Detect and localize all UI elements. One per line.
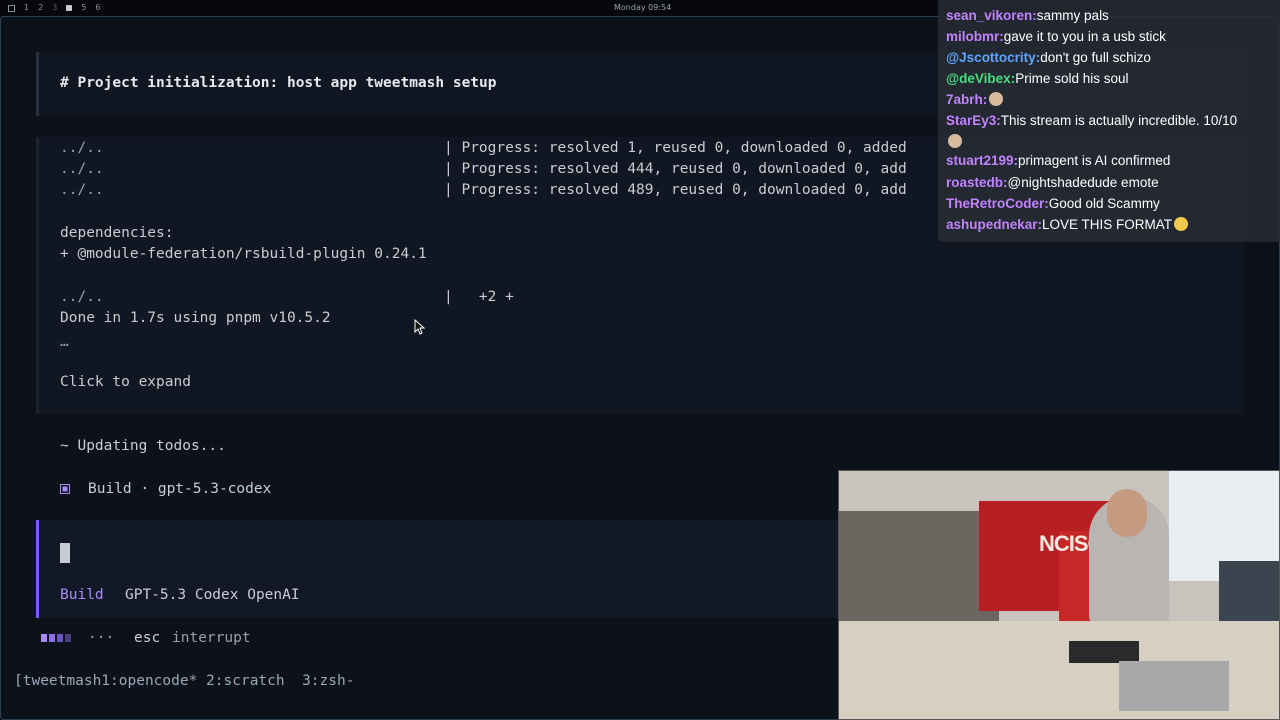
chat-user: StarEy3: xyxy=(946,113,1001,128)
chat-message: TheRetroCoder:Good old Scammy xyxy=(946,195,1160,213)
progress-path-2: ../.. xyxy=(60,161,104,177)
text-cursor xyxy=(60,543,70,563)
interrupt-label: interrupt xyxy=(172,630,251,646)
chat-text: don't go full schizo xyxy=(1040,50,1151,65)
emote-icon xyxy=(948,134,962,148)
section-heading: # Project initialization: host app tweet… xyxy=(60,75,497,91)
chat-text: Good old Scammy xyxy=(1048,196,1160,211)
workspace-3[interactable]: 3 xyxy=(52,3,57,13)
summary-line: | +2 + xyxy=(444,289,514,305)
chat-message: ashupednekar:LOVE THIS FORMAT xyxy=(946,216,1189,234)
mouse-cursor-icon xyxy=(414,319,426,335)
chat-message: roastedb:@nightshadedude emote xyxy=(946,174,1159,192)
updating-todos: ~ Updating todos... xyxy=(60,438,226,454)
chat-message: 7abrh: xyxy=(946,91,1004,109)
chat-message: sean_vikoren:sammy pals xyxy=(946,7,1109,25)
workspace-2[interactable]: 2 xyxy=(38,3,43,13)
spinner-dots: ··· xyxy=(88,630,115,646)
stream-chat: sean_vikoren:sammy pals milobmr:gave it … xyxy=(938,0,1280,242)
chat-message-emote-line xyxy=(946,133,962,151)
dependency-line: + @module-federation/rsbuild-plugin 0.24… xyxy=(60,246,427,262)
workspace-switcher[interactable]: 1 2 3 5 6 xyxy=(8,3,100,13)
workspace-icon xyxy=(8,4,15,12)
workspace-1[interactable]: 1 xyxy=(24,3,29,13)
tmux-status-bar[interactable]: [tweetmash1:opencode* 2:scratch 3:zsh- xyxy=(14,673,354,689)
chat-text: Prime sold his soul xyxy=(1015,71,1129,86)
chat-message: @deVibex:Prime sold his soul xyxy=(946,70,1128,88)
chat-user: roastedb: xyxy=(946,175,1008,190)
progress-path-1: ../.. xyxy=(60,140,104,156)
progress-line-1: | Progress: resolved 1, reused 0, downlo… xyxy=(444,140,907,156)
progress-line-3: | Progress: resolved 489, reused 0, down… xyxy=(444,182,907,198)
chat-user: milobmr: xyxy=(946,29,1004,44)
spinner xyxy=(41,634,71,642)
laughing-emoji-icon xyxy=(1174,217,1189,231)
progress-path-3: ../.. xyxy=(60,182,104,198)
chat-message: @Jscottocrity:don't go full schizo xyxy=(946,49,1151,67)
workspace-4-active[interactable] xyxy=(66,5,73,11)
chat-user: @Jscottocrity: xyxy=(946,50,1041,65)
chat-text: This stream is actually incredible. 10/1… xyxy=(1000,113,1238,128)
model-label[interactable]: GPT-5.3 Codex OpenAI xyxy=(125,587,300,603)
chat-user: 7abrh: xyxy=(946,92,988,107)
progress-line-2: | Progress: resolved 444, reused 0, down… xyxy=(444,161,907,177)
emote-icon xyxy=(989,92,1004,106)
mode-label[interactable]: Build xyxy=(60,587,104,603)
chat-user: TheRetroCoder: xyxy=(946,196,1049,211)
done-line: Done in 1.7s using pnpm v10.5.2 xyxy=(60,310,331,326)
chat-user: sean_vikoren: xyxy=(946,8,1037,23)
ellipsis: … xyxy=(60,334,69,350)
chat-user: stuart2199: xyxy=(946,153,1019,168)
summary-path: ../.. xyxy=(60,289,104,305)
dependencies-label: dependencies: xyxy=(60,225,174,241)
chat-message: StarEy3:This stream is actually incredib… xyxy=(946,112,1237,130)
expand-link[interactable]: Click to expand xyxy=(60,374,191,390)
square-icon xyxy=(60,484,70,494)
chat-user: @deVibex: xyxy=(946,71,1016,86)
chat-text: LOVE THIS FORMAT xyxy=(1042,217,1173,232)
chat-text: sammy pals xyxy=(1036,8,1109,23)
chat-text: gave it to you in a usb stick xyxy=(1003,29,1166,44)
build-status: Build · gpt-5.3-codex xyxy=(88,481,272,497)
workspace-5[interactable]: 5 xyxy=(81,3,86,13)
workspace-6[interactable]: 6 xyxy=(95,3,100,13)
interrupt-key: esc xyxy=(134,630,161,646)
chat-text: primagent is AI confirmed xyxy=(1018,153,1171,168)
webcam-feed: NCISCO xyxy=(838,470,1280,720)
chat-message: stuart2199:primagent is AI confirmed xyxy=(946,152,1170,170)
chat-user: ashupednekar: xyxy=(946,217,1043,232)
chat-message: milobmr:gave it to you in a usb stick xyxy=(946,28,1166,46)
clock: Monday 09:54 xyxy=(614,3,672,12)
chat-text: @nightshadedude emote xyxy=(1007,175,1159,190)
